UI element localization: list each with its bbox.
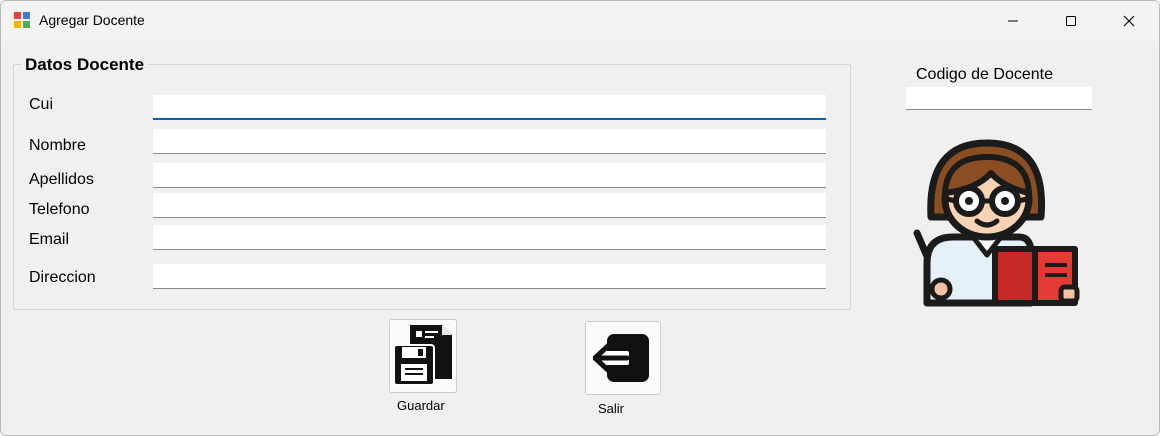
direccion-label: Direccion xyxy=(29,269,96,286)
apellidos-label: Apellidos xyxy=(29,171,94,188)
cui-input[interactable] xyxy=(153,95,826,120)
email-input[interactable] xyxy=(153,225,826,250)
maximize-button[interactable] xyxy=(1042,1,1100,41)
close-icon xyxy=(1123,15,1135,27)
nombre-label: Nombre xyxy=(29,137,86,154)
app-form-icon xyxy=(14,12,30,28)
guardar-label: Guardar xyxy=(397,398,445,413)
group-title: Datos Docente xyxy=(22,55,148,75)
teacher-avatar-icon xyxy=(913,139,1080,307)
codigo-docente-label: Codigo de Docente xyxy=(916,66,1053,83)
title-bar: Agregar Docente xyxy=(1,1,1159,41)
telefono-label: Telefono xyxy=(29,201,90,218)
email-label: Email xyxy=(29,231,70,248)
window-title: Agregar Docente xyxy=(39,12,145,28)
window: Agregar Docente Datos Docente Cui Nombre… xyxy=(0,0,1160,436)
nombre-input[interactable] xyxy=(153,129,826,154)
codigo-docente-input[interactable] xyxy=(906,87,1092,110)
salir-button[interactable] xyxy=(585,321,661,395)
close-button[interactable] xyxy=(1100,1,1158,41)
minimize-icon xyxy=(1008,20,1018,22)
apellidos-input[interactable] xyxy=(153,163,826,188)
minimize-button[interactable] xyxy=(984,1,1042,41)
telefono-input[interactable] xyxy=(153,193,826,218)
maximize-icon xyxy=(1066,16,1076,26)
direccion-input[interactable] xyxy=(153,264,826,289)
salir-label: Salir xyxy=(598,401,625,416)
cui-label: Cui xyxy=(29,96,54,113)
exit-door-icon xyxy=(593,334,649,382)
floppy-save-icon xyxy=(393,325,452,386)
guardar-button[interactable] xyxy=(389,319,457,393)
